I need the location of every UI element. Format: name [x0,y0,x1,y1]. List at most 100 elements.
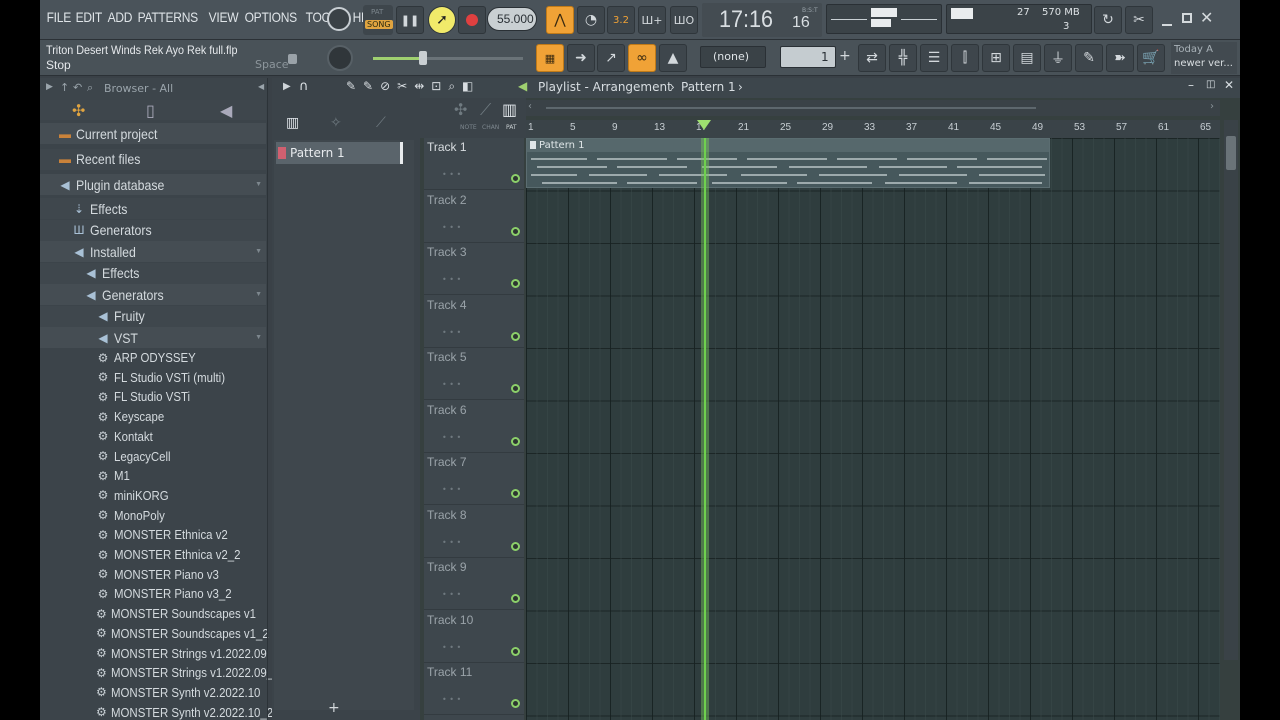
automation-icon[interactable]: ⟋ [376,115,386,131]
browser-item[interactable]: ⚙ Keyscape [40,407,266,426]
piano-small-icon[interactable]: ▥ [502,100,517,119]
browser-item[interactable]: ⚙ M1 [40,466,266,485]
browser-search-icon[interactable]: ⌕ [87,81,93,95]
channel-rack-button[interactable]: ☰ [920,44,948,72]
track-mute-button[interactable] [511,699,520,708]
tempo-display[interactable]: 55.000 [487,7,537,31]
tools-button[interactable]: ✎ [1075,44,1103,72]
track-mute-button[interactable] [511,331,520,341]
track-header[interactable]: Track 6 • • • [424,401,524,453]
browser-item[interactable]: ⚙ Kontakt [40,427,266,446]
browser-item[interactable]: ⚙ MONSTER Strings v1.2022.09 [40,644,267,663]
track-header[interactable]: Track 7 • • • [424,453,524,505]
browser-item[interactable]: ⚙ MONSTER Piano v3_2 [40,584,266,603]
minimize-button[interactable] [1162,12,1172,26]
pause-button[interactable]: ❚❚ [396,6,424,34]
share-button[interactable]: ➽ [1106,44,1134,72]
master-volume-knob[interactable] [327,7,351,31]
browser-arrow-icon[interactable]: ▶ [46,82,53,92]
pattern-number[interactable]: 1 [780,46,836,68]
loop-record-button[interactable]: ШO [670,6,698,34]
add-pattern-icon[interactable]: + [839,48,851,64]
browser-item[interactable]: ◀ Generators ▼ [40,284,266,305]
file-filter-icon[interactable]: ▯ [146,101,155,120]
wait-input-button[interactable]: ◔ [577,6,605,34]
browser-divider[interactable] [267,78,268,720]
pitch-knob[interactable] [327,45,353,71]
project-button[interactable]: ▤ [1013,44,1041,72]
menu-edit[interactable]: EDIT [73,9,105,25]
piano-icon[interactable]: ▥ [286,115,299,131]
time-display[interactable]: 17:16 16 B:S:T [702,3,822,37]
browser-item[interactable]: ⇣ Effects [40,198,266,219]
track-header[interactable]: Track 9 • • • [424,558,524,610]
browser-item[interactable]: ⚙ FL Studio VSTi (multi) [40,368,266,387]
pattern-selector[interactable]: (none) [700,46,766,68]
vertical-scrollbar[interactable] [1224,120,1238,660]
menu-options[interactable]: OPTIONS [242,9,300,25]
playlist-minimize-button[interactable]: – [1188,78,1194,92]
countdown-button[interactable]: 3.2 [607,6,635,34]
close-button[interactable]: ✕ [1200,8,1213,27]
browser-item[interactable]: ⚙ MONSTER Piano v3 [40,565,266,584]
arrangement-grid[interactable]: Pattern 1 [526,138,1220,720]
browser-menu-icon[interactable]: ◀ [258,82,264,91]
step-edit-button[interactable]: ➜ [567,44,595,72]
scroll-left-icon[interactable]: ‹ [528,101,532,112]
browser-item[interactable]: ⚙ MONSTER Soundscapes v1 [40,604,266,623]
track-header[interactable]: Track 1 • • • [424,138,524,190]
playhead-line[interactable] [704,138,706,720]
collapse-arrow-icon[interactable]: ▼ [255,248,262,255]
track-header[interactable]: Track 3 • • • [424,243,524,295]
piano-roll-button[interactable]: ╬ [889,44,917,72]
picker-add-button[interactable]: + [328,700,340,716]
track-mute-button[interactable] [511,226,520,236]
browser-item[interactable]: ⚙ miniKORG [40,486,266,505]
shop-button[interactable]: 🛒 [1137,44,1165,72]
cut-tool-button[interactable]: ✂ [1125,6,1153,34]
blend-notes-button[interactable]: Ш+ [638,6,666,34]
speaker-filter-icon[interactable]: ◀ [220,101,232,120]
playlist-button[interactable]: ⇄ [858,44,886,72]
track-mute-button[interactable] [511,541,520,551]
snap-icon[interactable]: ✣ [72,101,85,120]
track-header[interactable]: Track 11 • • • [424,663,524,715]
pattern-list-scrollbar[interactable] [400,142,403,164]
menu-view[interactable]: VIEW [206,9,241,25]
collapse-arrow-icon[interactable]: ▼ [255,334,262,341]
pat-song-toggle[interactable]: PAT SONG [363,5,393,35]
menu-add[interactable]: ADD [105,9,135,25]
browser-item[interactable]: ◀ Effects [40,262,266,284]
browser-item[interactable]: Ш Generators [40,219,266,241]
magnet-icon[interactable]: ∩ [299,79,309,94]
playlist-maximize-button[interactable]: ◫ [1206,79,1215,90]
browser-item[interactable]: ▬ Recent files [40,148,266,170]
typing-keyboard-button[interactable]: ▦ [536,44,564,72]
playlist-close-button[interactable]: ✕ [1224,78,1234,92]
track-mute-button[interactable] [511,279,520,288]
pattern-item[interactable]: Pattern 1 [276,142,400,164]
browser-up-icon[interactable]: ↑ [60,81,69,94]
track-mute-button[interactable] [511,436,520,446]
track-header[interactable]: Track 5 • • • [424,348,524,400]
pattern-clip[interactable]: Pattern 1 [526,138,1050,188]
plugin-button[interactable]: ⏚ [1044,44,1072,72]
slide-button[interactable]: ↗ [597,44,625,72]
undo-history-button[interactable]: ↻ [1094,6,1122,34]
collapse-arrow-icon[interactable]: ▼ [255,181,262,188]
mixer-button[interactable]: ⫿ [951,44,979,72]
track-header[interactable]: Track 4 • • • [424,296,524,348]
timeline-ruler[interactable]: 1 5 9 13 17 21 25 29 33 37 41 45 49 53 57 61 65 [526,120,1220,138]
master-pitch-slider[interactable] [373,51,523,65]
news-panel[interactable]: Today A newer ver... [1171,42,1237,74]
browser-item[interactable]: ⚙ ARP ODYSSEY [40,348,266,367]
menu-file[interactable]: FILE [44,9,74,25]
stop-button[interactable]: ➚ [428,6,456,34]
browser-item[interactable]: ⚙ MonoPoly [40,506,266,525]
link-button[interactable]: ∞ [628,44,656,72]
browser-item[interactable]: ◀ Fruity [40,305,266,327]
browser-item[interactable]: ◀ Plugin database ▼ [40,174,266,195]
track-mute-button[interactable] [511,594,520,603]
browser-item[interactable]: ⚙ MONSTER Synth v2.2022.10 [40,683,266,702]
vertical-scroll-thumb[interactable] [1226,136,1236,170]
